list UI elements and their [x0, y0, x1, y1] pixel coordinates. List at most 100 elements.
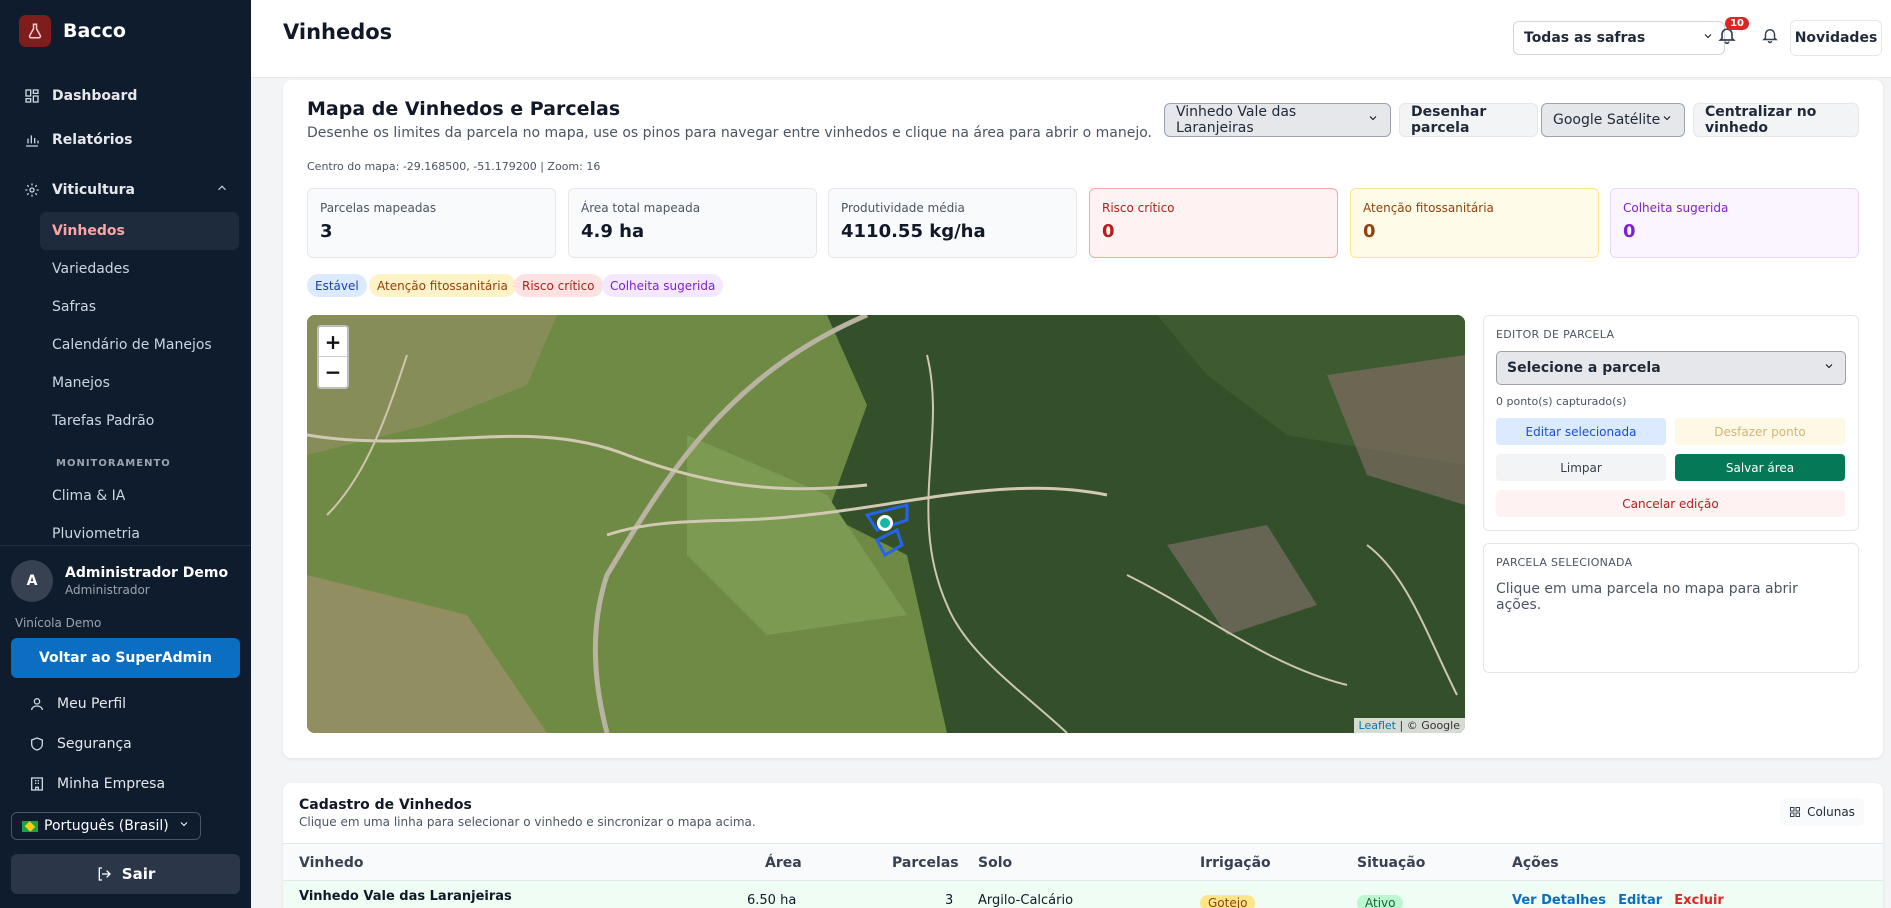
notification-badge: 10	[1725, 17, 1749, 30]
company-link[interactable]: Minha Empresa	[11, 764, 240, 804]
col-parcelas[interactable]: Parcelas	[892, 844, 959, 882]
save-area-button[interactable]: Salvar área	[1675, 454, 1845, 481]
stat-label: Atenção fitossanitária	[1363, 201, 1494, 215]
flask-icon	[19, 15, 51, 47]
clear-button[interactable]: Limpar	[1496, 454, 1666, 481]
vineyards-table-card: Cadastro de Vinhedos Clique em uma linha…	[283, 783, 1883, 908]
col-solo[interactable]: Solo	[978, 844, 1012, 882]
parcel-select-value: Selecione a parcela	[1507, 360, 1661, 376]
col-situacao[interactable]: Situação	[1357, 844, 1425, 882]
stat-label: Risco crítico	[1102, 201, 1175, 215]
stat-risco: Risco crítico 0	[1089, 188, 1338, 258]
selected-parcel-title: PARCELA SELECIONADA	[1496, 556, 1633, 569]
map-attribution: Leaflet | © Google	[1353, 718, 1465, 733]
avatar: A	[11, 560, 53, 602]
zoom-out-button[interactable]: −	[319, 357, 347, 387]
vineyard-select[interactable]: Vinhedo Vale das Laranjeiras	[1164, 103, 1391, 137]
building-icon	[27, 776, 47, 792]
cell-parcelas: 3	[945, 893, 954, 908]
col-vinhedo[interactable]: Vinhedo	[299, 844, 363, 882]
selected-parcel-panel: PARCELA SELECIONADA Clique em uma parcel…	[1483, 543, 1859, 673]
security-link[interactable]: Segurança	[11, 724, 240, 764]
page-title: Vinhedos	[283, 20, 393, 44]
sidebar-subitem-variedades[interactable]: Variedades	[40, 250, 239, 288]
sidebar-subitem-manejos[interactable]: Manejos	[40, 364, 239, 402]
bell-icon	[1761, 26, 1779, 48]
leaflet-link[interactable]: Leaflet	[1359, 719, 1396, 732]
sidebar-subitem-clima[interactable]: Clima & IA	[40, 477, 239, 515]
attribution-text: | © Google	[1396, 719, 1460, 732]
col-irrigacao[interactable]: Irrigação	[1200, 844, 1271, 882]
zoom-in-button[interactable]: +	[319, 327, 347, 357]
stat-area: Área total mapeada 4.9 ha	[568, 188, 817, 258]
chevron-down-icon	[1661, 112, 1673, 128]
dashboard-icon	[22, 86, 42, 106]
brazil-flag-icon	[22, 820, 38, 832]
legend-risco: Risco crítico	[514, 274, 603, 297]
stat-value: 0	[1363, 221, 1376, 242]
col-acoes: Ações	[1512, 855, 1559, 871]
sidebar-item-label: Dashboard	[52, 88, 138, 104]
sidebar-subitem-tarefas[interactable]: Tarefas Padrão	[40, 402, 239, 440]
cell-irrigacao: Gotejo	[1200, 895, 1256, 908]
table-header: Vinhedo Área Parcelas Solo Irrigação Sit…	[283, 843, 1883, 881]
news-button[interactable]: Novidades	[1790, 20, 1882, 56]
cancel-edit-button[interactable]: Cancelar edição	[1496, 490, 1845, 517]
stat-parcelas: Parcelas mapeadas 3	[307, 188, 556, 258]
safra-select[interactable]: Todas as safras	[1513, 21, 1725, 55]
view-details-link[interactable]: Ver Detalhes	[1512, 893, 1606, 908]
language-select[interactable]: Português (Brasil)	[11, 812, 201, 840]
profile-label: Meu Perfil	[57, 696, 127, 712]
superadmin-button[interactable]: Voltar ao SuperAdmin	[11, 638, 240, 678]
chevron-down-icon	[178, 818, 190, 834]
main-nav: Dashboard Relatórios Viticultura Vinhedo…	[0, 62, 251, 553]
map-layer-value: Google Satélite	[1553, 112, 1661, 128]
sidebar-subitem-vinhedos[interactable]: Vinhedos	[40, 212, 239, 250]
table-subtitle: Clique em uma linha para selecionar o vi…	[299, 815, 756, 829]
map-card-subtitle: Desenhe os limites da parcela no mapa, u…	[307, 125, 1152, 141]
sidebar-subitem-safras[interactable]: Safras	[40, 288, 239, 326]
alerts-button[interactable]	[1758, 25, 1782, 49]
draw-parcel-button[interactable]: Desenhar parcela	[1399, 103, 1538, 137]
sidebar-section-monitoramento: MONITORAMENTO	[56, 458, 171, 469]
gear-icon	[22, 180, 42, 200]
profile-link[interactable]: Meu Perfil	[11, 684, 240, 724]
satellite-map[interactable]: + − Leaflet | © Google	[307, 315, 1465, 733]
logout-button[interactable]: Sair	[11, 854, 240, 894]
grid-icon	[1789, 806, 1801, 818]
chevron-down-icon	[1367, 112, 1379, 128]
chevron-up-icon	[215, 181, 229, 199]
sidebar-item-relatorios[interactable]: Relatórios	[0, 118, 251, 162]
brand[interactable]: Bacco	[0, 0, 251, 62]
edit-selected-button[interactable]: Editar selecionada	[1496, 418, 1666, 445]
sidebar-item-viticultura[interactable]: Viticultura	[0, 168, 251, 212]
map-center-info: Centro do mapa: -29.168500, -51.179200 |…	[307, 160, 601, 173]
logout-icon	[96, 866, 112, 882]
sidebar-item-label: Viticultura	[52, 182, 135, 198]
notifications-button[interactable]: 10	[1715, 17, 1749, 49]
logout-label: Sair	[121, 865, 156, 883]
brand-name: Bacco	[63, 20, 126, 42]
center-vineyard-button[interactable]: Centralizar no vinhedo	[1693, 103, 1859, 137]
legend-estavel: Estável	[307, 274, 367, 297]
map-layer-select[interactable]: Google Satélite	[1541, 103, 1685, 137]
parcel-select[interactable]: Selecione a parcela	[1496, 351, 1846, 385]
viticultura-submenu: Vinhedos Variedades Safras Calendário de…	[0, 212, 251, 553]
points-count: 0 ponto(s) capturado(s)	[1496, 395, 1627, 408]
undo-point-button[interactable]: Desfazer ponto	[1675, 418, 1845, 445]
stat-value: 0	[1623, 221, 1636, 242]
map-imagery	[307, 315, 1465, 733]
delete-link[interactable]: Excluir	[1674, 893, 1724, 908]
shield-icon	[27, 736, 47, 752]
sidebar-item-dashboard[interactable]: Dashboard	[0, 74, 251, 118]
company-name: Vinícola Demo	[15, 616, 102, 630]
columns-button[interactable]: Colunas	[1780, 798, 1864, 826]
cell-acoes: Ver Detalhes Editar Excluir	[1512, 893, 1724, 908]
sidebar-subitem-calendario[interactable]: Calendário de Manejos	[40, 326, 239, 364]
safra-value: Todas as safras	[1524, 30, 1646, 46]
cell-area: 6.50 ha	[747, 893, 797, 908]
col-area[interactable]: Área	[765, 844, 802, 882]
user-name: Administrador Demo	[65, 565, 229, 581]
edit-link[interactable]: Editar	[1618, 893, 1662, 908]
table-row[interactable]: Vinhedo Vale das Laranjeiras 6.50 ha 3 A…	[283, 881, 1883, 908]
